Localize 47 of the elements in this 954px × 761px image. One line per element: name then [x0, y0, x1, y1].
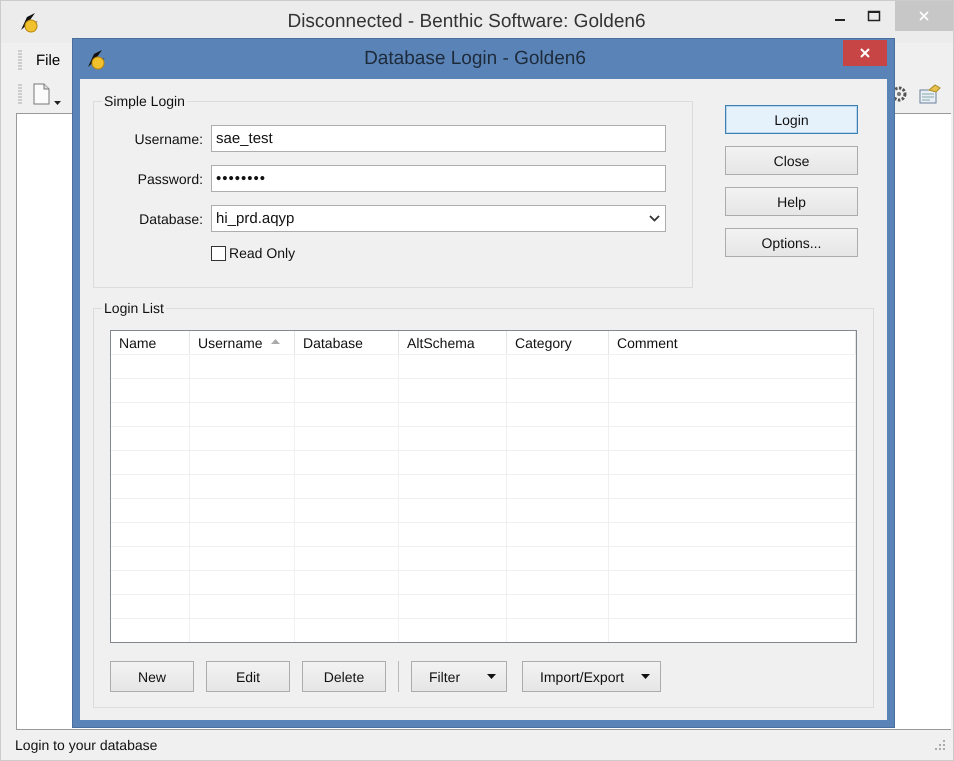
new-document-button[interactable]	[32, 83, 61, 105]
column-header[interactable]: Username	[190, 331, 295, 354]
field-label: Database:	[138, 210, 203, 226]
column-header[interactable]: Name	[111, 331, 190, 354]
list-button[interactable]: Delete	[302, 661, 386, 692]
properties-button[interactable]	[919, 84, 941, 104]
menu-button[interactable]: Import/Export	[522, 661, 661, 692]
document-icon	[32, 83, 50, 105]
maximize-icon	[867, 9, 881, 23]
window-icon	[919, 84, 941, 104]
resize-grip-icon	[935, 740, 945, 750]
input-field[interactable]: sae_test	[211, 125, 666, 152]
group-title: Login List	[102, 300, 166, 316]
dialog-title: Database Login - Golden6	[363, 48, 587, 70]
minimize-icon	[835, 18, 845, 20]
app-icon	[85, 48, 107, 70]
checkbox[interactable]	[211, 246, 226, 260]
column-header[interactable]: AltSchema	[399, 331, 507, 354]
close-icon	[859, 47, 871, 59]
group-title: Simple Login	[102, 93, 187, 109]
field-label: Password:	[136, 170, 203, 186]
grip-icon	[18, 50, 22, 70]
menu-item[interactable]: File	[32, 52, 64, 68]
column-header[interactable]: Database	[295, 331, 399, 354]
dialog-button[interactable]: Login	[725, 105, 858, 134]
list-button[interactable]: Edit	[206, 661, 290, 692]
caret-icon	[54, 101, 61, 105]
column-header[interactable]: Comment	[609, 331, 856, 354]
close-icon	[917, 9, 931, 23]
dialog-button[interactable]: Close	[725, 146, 858, 175]
window-title: Disconnected - Benthic Software: Golden6	[286, 11, 647, 33]
input-field[interactable]: ••••••••	[211, 165, 666, 192]
database-dropdown[interactable]: hi_prd.aqyp	[211, 205, 666, 232]
caret-icon	[487, 674, 496, 679]
caret-icon	[641, 674, 650, 679]
menu-button[interactable]: Filter	[411, 661, 507, 692]
list-button[interactable]: New	[110, 661, 194, 692]
dialog-button[interactable]: Help	[725, 187, 858, 216]
field-label: Username:	[134, 130, 203, 146]
checkbox-label: Read Only	[229, 245, 296, 261]
dialog-button[interactable]: Options...	[725, 228, 858, 257]
app-icon	[18, 11, 40, 33]
close-button[interactable]	[843, 40, 887, 66]
chevron-icon	[649, 215, 660, 222]
status-text: Login to your database	[15, 737, 158, 753]
column-header[interactable]: Category	[507, 331, 609, 354]
grip-icon	[18, 84, 22, 104]
